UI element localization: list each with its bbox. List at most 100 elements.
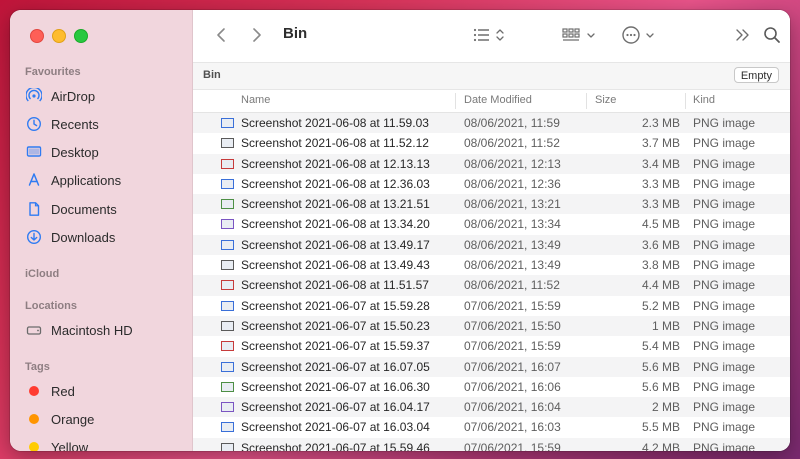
file-row[interactable]: Screenshot 2021-06-08 at 13.34.20 08/06/2… <box>193 214 790 234</box>
file-size: 4.4 MB <box>641 278 680 293</box>
file-date-modified: 08/06/2021, 11:52 <box>464 278 560 293</box>
file-row[interactable]: Screenshot 2021-06-08 at 13.49.17 08/06/2… <box>193 234 790 256</box>
file-size: 4.2 MB <box>641 440 680 451</box>
airdrop-icon <box>26 88 42 104</box>
toolbar: Bin <box>193 10 790 62</box>
sidebar-item-label: Applications <box>51 172 122 188</box>
png-file-icon <box>221 178 234 189</box>
png-file-icon <box>221 260 234 271</box>
back-button[interactable] <box>213 25 229 45</box>
file-row[interactable]: Screenshot 2021-06-07 at 16.06.30 07/06/2… <box>193 377 790 397</box>
column-header-name[interactable]: Name <box>241 94 270 106</box>
sidebar-tag-red[interactable]: Red <box>26 379 75 403</box>
file-row[interactable]: Screenshot 2021-06-08 at 11.52.12 08/06/2… <box>193 133 790 153</box>
sidebar-item-label: AirDrop <box>51 88 96 104</box>
sidebar-item-downloads[interactable]: Downloads <box>26 225 115 249</box>
file-row[interactable]: Screenshot 2021-06-07 at 15.59.46 07/06/2… <box>193 437 790 451</box>
file-row[interactable]: Screenshot 2021-06-07 at 16.03.04 07/06/2… <box>193 417 790 437</box>
file-name: Screenshot 2021-06-08 at 11.52.12 <box>241 136 429 151</box>
file-size: 3.6 MB <box>641 237 680 252</box>
sidebar-tag-yellow[interactable]: Yellow <box>26 435 88 451</box>
minimize-window-button[interactable] <box>52 29 66 43</box>
file-date-modified: 07/06/2021, 15:50 <box>464 318 561 333</box>
file-size: 5.4 MB <box>641 339 680 354</box>
file-date-modified: 08/06/2021, 11:52 <box>464 136 560 151</box>
file-row[interactable]: Screenshot 2021-06-08 at 12.36.03 08/06/2… <box>193 174 790 194</box>
file-kind: PNG image <box>693 116 756 130</box>
sidebar-item-documents[interactable]: Documents <box>26 197 117 221</box>
column-divider[interactable] <box>586 93 587 109</box>
column-header-row: Name Date Modified Size Kind <box>193 90 790 113</box>
file-name: Screenshot 2021-06-07 at 16.03.04 <box>241 420 430 435</box>
sidebar-item-airdrop[interactable]: AirDrop <box>26 84 95 108</box>
column-header-size[interactable]: Size <box>595 94 616 106</box>
list-view-icon <box>473 28 504 42</box>
file-kind: PNG image <box>693 359 756 374</box>
double-chevron-icon <box>736 29 749 41</box>
view-options-button[interactable] <box>472 25 510 45</box>
file-kind: PNG image <box>693 176 756 191</box>
bin-header-bar: Bin Empty <box>193 62 790 90</box>
more-toolbar-button[interactable] <box>734 26 752 44</box>
file-date-modified: 07/06/2021, 16:07 <box>464 359 561 374</box>
bin-header-title: Bin <box>203 69 221 81</box>
file-row[interactable]: Screenshot 2021-06-07 at 15.50.23 07/06/2… <box>193 315 790 337</box>
file-row[interactable]: Screenshot 2021-06-08 at 11.59.03 08/06/2… <box>193 113 790 134</box>
sidebar-item-desktop[interactable]: Desktop <box>26 140 99 164</box>
file-date-modified: 07/06/2021, 15:59 <box>464 440 561 451</box>
sidebar-item-macintosh-hd[interactable]: Macintosh HD <box>26 318 133 342</box>
group-button[interactable] <box>562 25 600 45</box>
file-kind: PNG image <box>693 258 756 273</box>
file-date-modified: 07/06/2021, 16:04 <box>464 400 561 415</box>
png-file-icon <box>221 158 234 169</box>
file-row[interactable]: Screenshot 2021-06-08 at 11.51.57 08/06/2… <box>193 275 790 296</box>
column-header-kind[interactable]: Kind <box>693 94 715 106</box>
file-kind: PNG image <box>693 156 756 171</box>
ellipsis-circle-icon <box>622 26 654 44</box>
file-date-modified: 08/06/2021, 13:49 <box>464 237 561 252</box>
empty-bin-button[interactable]: Empty <box>733 67 779 83</box>
file-row[interactable]: Screenshot 2021-06-08 at 13.21.51 08/06/2… <box>193 194 790 215</box>
file-list: Screenshot 2021-06-08 at 11.59.03 08/06/2… <box>193 113 790 451</box>
file-date-modified: 08/06/2021, 13:34 <box>464 217 561 232</box>
file-row[interactable]: Screenshot 2021-06-07 at 15.59.28 07/06/2… <box>193 296 790 316</box>
file-size: 3.3 MB <box>641 197 680 212</box>
png-file-icon <box>221 320 234 331</box>
column-divider[interactable] <box>685 93 686 109</box>
sidebar-item-applications[interactable]: Applications <box>26 168 121 192</box>
png-file-icon <box>221 361 234 372</box>
forward-button[interactable] <box>249 25 265 45</box>
column-divider[interactable] <box>455 93 456 109</box>
sidebar-item-label: Documents <box>51 201 117 217</box>
sidebar-item-recents[interactable]: Recents <box>26 112 99 136</box>
png-file-icon <box>221 199 234 210</box>
file-kind: PNG image <box>693 318 756 333</box>
file-date-modified: 07/06/2021, 15:59 <box>464 339 561 354</box>
png-file-icon <box>221 341 234 352</box>
file-row[interactable]: Screenshot 2021-06-07 at 16.04.17 07/06/2… <box>193 397 790 418</box>
file-date-modified: 08/06/2021, 11:59 <box>464 116 560 130</box>
file-row[interactable]: Screenshot 2021-06-07 at 15.59.37 07/06/2… <box>193 336 790 356</box>
file-size: 3.7 MB <box>641 136 680 151</box>
file-kind: PNG image <box>693 379 756 394</box>
chevron-left-icon <box>217 28 225 42</box>
file-name: Screenshot 2021-06-07 at 16.04.17 <box>241 400 430 415</box>
file-size: 2.3 MB <box>641 116 680 130</box>
action-button[interactable] <box>621 25 661 45</box>
file-kind: PNG image <box>693 197 756 212</box>
zoom-window-button[interactable] <box>74 29 88 43</box>
file-row[interactable]: Screenshot 2021-06-08 at 12.13.13 08/06/2… <box>193 153 790 174</box>
file-row[interactable]: Screenshot 2021-06-07 at 16.07.05 07/06/2… <box>193 356 790 377</box>
column-header-date[interactable]: Date Modified <box>464 94 532 106</box>
file-name: Screenshot 2021-06-07 at 15.50.23 <box>241 318 430 333</box>
sidebar-item-label: Macintosh HD <box>51 322 133 338</box>
grid-group-icon <box>562 28 595 41</box>
file-kind: PNG image <box>693 420 756 435</box>
file-name: Screenshot 2021-06-07 at 15.59.37 <box>241 339 430 354</box>
file-kind: PNG image <box>693 298 756 313</box>
sidebar-tag-orange[interactable]: Orange <box>26 407 94 431</box>
file-kind: PNG image <box>693 278 756 293</box>
search-button[interactable] <box>762 25 782 45</box>
close-window-button[interactable] <box>30 29 44 43</box>
file-row[interactable]: Screenshot 2021-06-08 at 13.49.43 08/06/2… <box>193 255 790 275</box>
